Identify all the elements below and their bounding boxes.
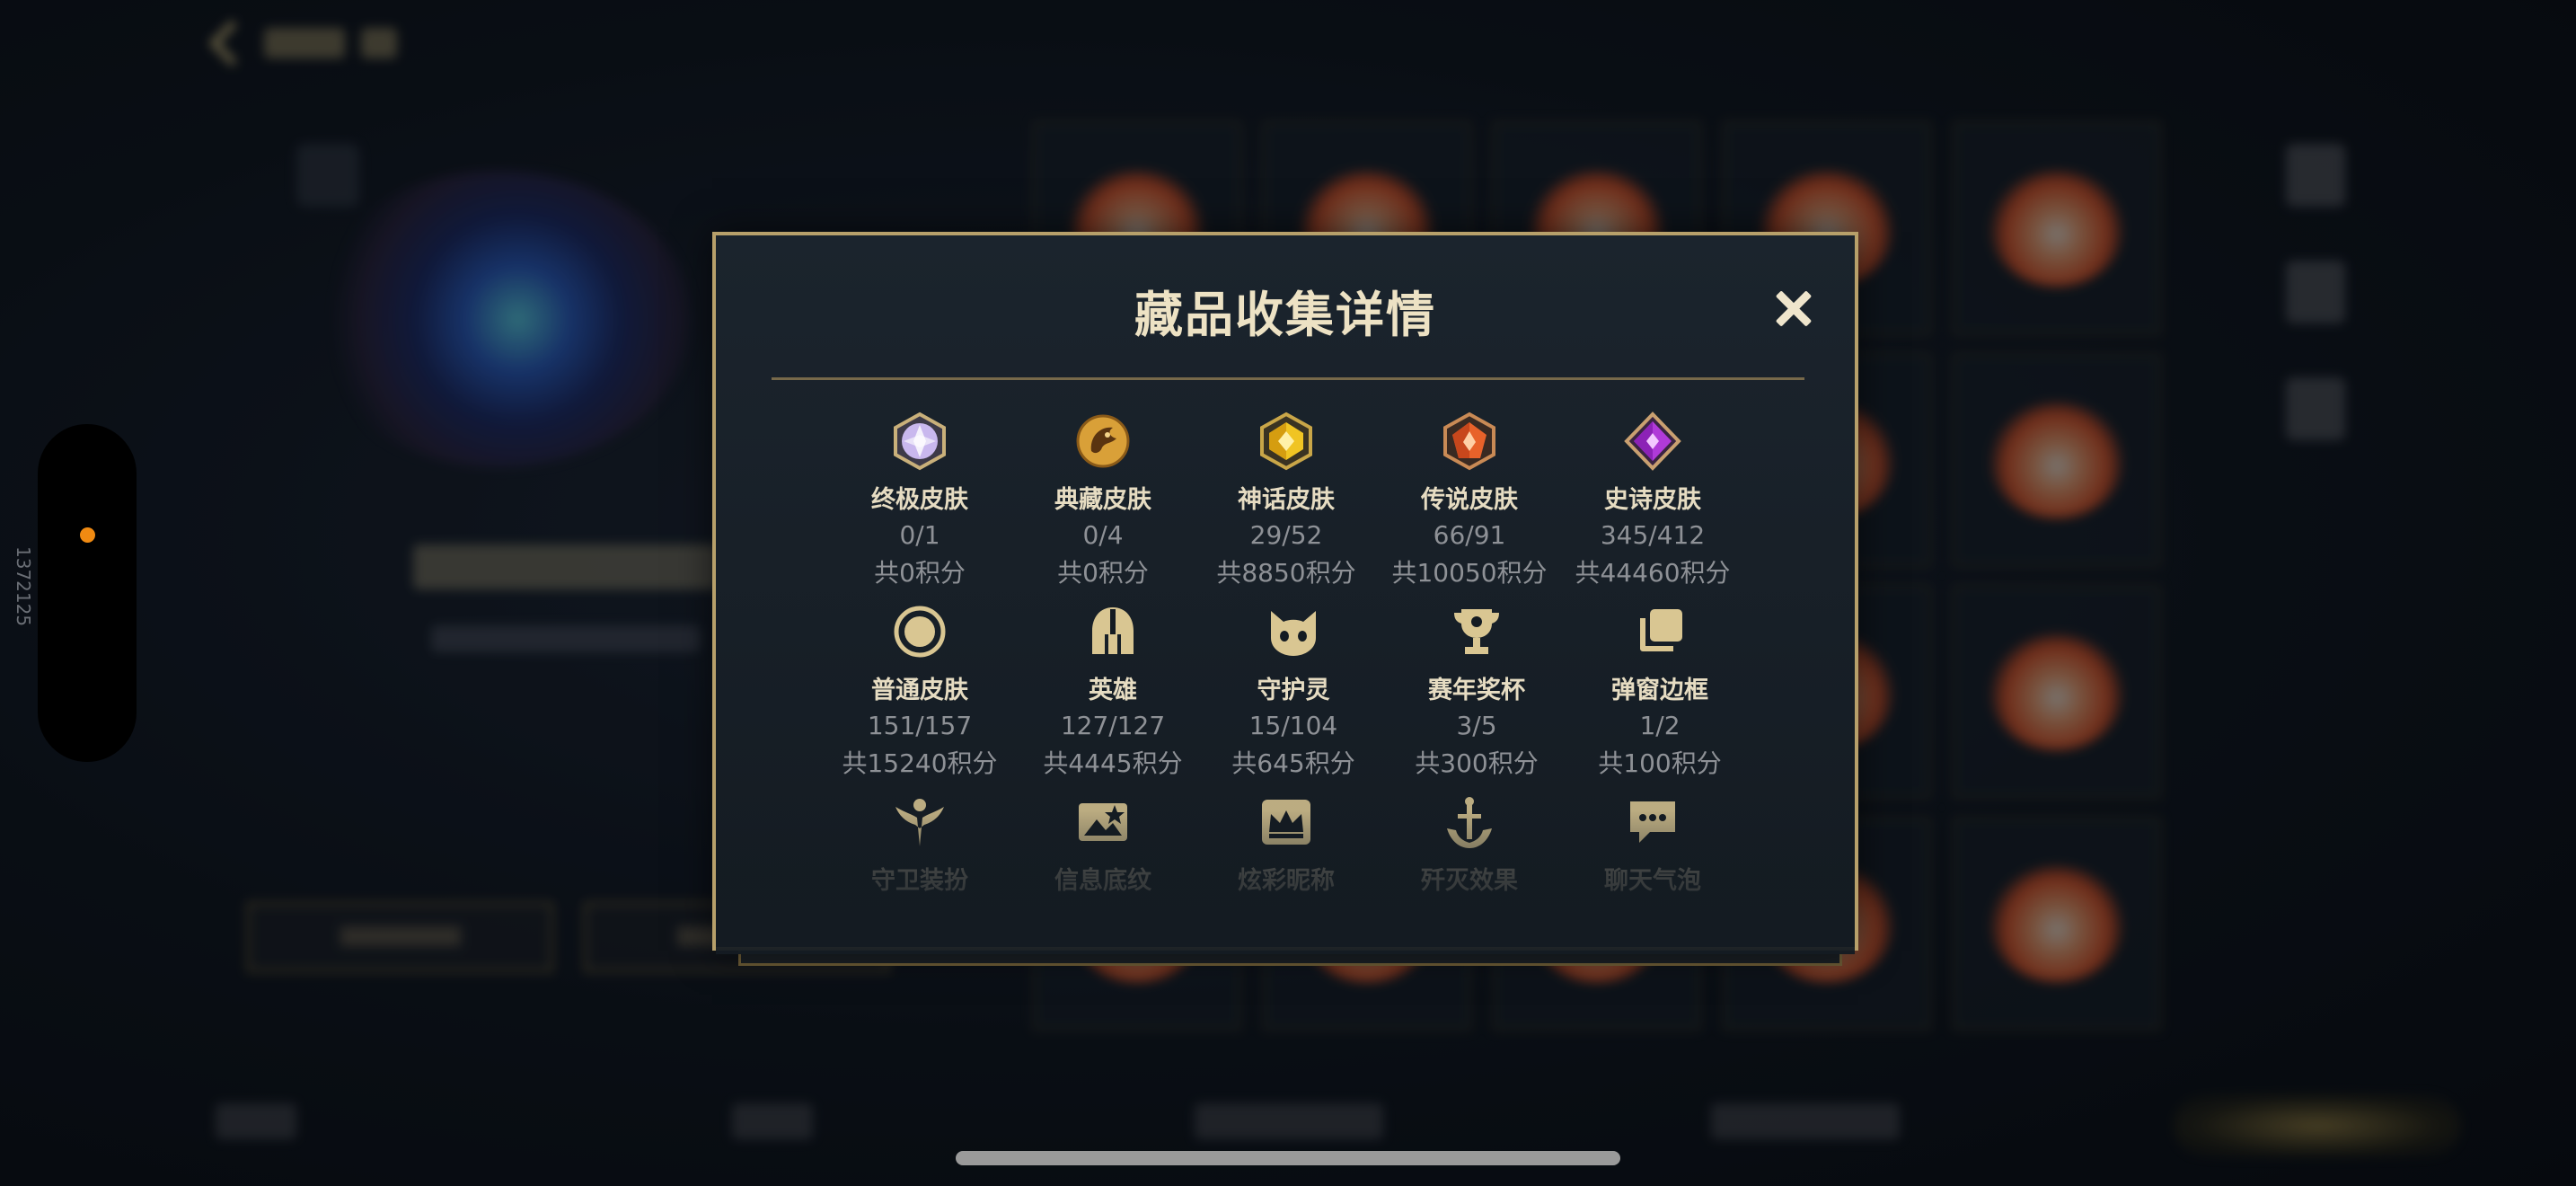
ultimate-skin-gem-icon [890,412,949,471]
category-name: 弹窗边框 [1611,677,1708,704]
category-name: 终极皮肤 [871,486,968,514]
category-name: 神话皮肤 [1238,486,1335,514]
category-chat-bubble[interactable]: 聊天气泡 [1563,792,1742,896]
side-id-label: 1372125 [13,546,34,627]
category-name: 传说皮肤 [1421,486,1518,514]
hero-helmet-icon [1083,602,1142,661]
category-ultimate-skin[interactable]: 终极皮肤 0/1 共0积分 [830,412,1010,589]
category-count: 3/5 [1456,711,1497,740]
category-score: 共100积分 [1598,748,1722,778]
category-info-pattern[interactable]: 信息底纹 [1013,792,1193,896]
category-name: 普通皮肤 [871,677,968,704]
category-score: 共8850积分 [1216,558,1356,588]
category-count: 1/2 [1639,711,1681,740]
category-name: 典藏皮肤 [1054,486,1151,514]
category-legendary-skin[interactable]: 传说皮肤 66/91 共10050积分 [1380,412,1559,589]
category-count: 345/412 [1600,520,1706,550]
category-season-trophy[interactable]: 赛年奖杯 3/5 共300积分 [1387,602,1566,780]
collection-details-dialog: 藏品收集详情 终极皮肤 0/1 共0积分 典藏皮肤 0/4 共0积分 神话皮肤 … [712,232,1858,954]
home-indicator[interactable] [956,1151,1620,1165]
annihilation-effect-icon [1440,792,1499,852]
category-count: 0/4 [1082,520,1124,550]
category-prestige-skin[interactable]: 典藏皮肤 0/4 共0积分 [1013,412,1193,589]
mythic-skin-gem-icon [1257,412,1316,471]
category-annihilation-effect[interactable]: 歼灭效果 [1380,792,1559,896]
category-hero[interactable]: 英雄 127/127 共4445积分 [1023,602,1203,780]
category-count: 127/127 [1060,711,1166,740]
category-score: 共0积分 [1057,558,1149,588]
category-name: 歼灭效果 [1421,867,1518,895]
category-name: 聊天气泡 [1604,867,1701,895]
colorful-nickname-crown-icon [1257,792,1316,852]
category-colorful-nickname[interactable]: 炫彩昵称 [1196,792,1376,896]
category-name: 炫彩昵称 [1238,867,1335,895]
title-divider [772,377,1804,380]
category-guardian-outfit[interactable]: 守卫装扮 [830,792,1010,896]
category-score: 共645积分 [1231,748,1355,778]
category-name: 信息底纹 [1054,867,1151,895]
dialog-base [738,951,1842,966]
category-epic-skin[interactable]: 史诗皮肤 345/412 共44460积分 [1563,412,1742,589]
category-score: 共10050积分 [1391,558,1548,588]
dialog-title: 藏品收集详情 [1134,287,1436,343]
guardian-outfit-icon [890,792,949,852]
category-count: 66/91 [1433,520,1506,550]
info-pattern-icon [1073,792,1133,852]
category-count: 29/52 [1249,520,1323,550]
category-score: 共15240积分 [842,748,998,778]
popup-frame-icon [1630,602,1689,661]
category-score: 共4445积分 [1043,748,1183,778]
category-count: 15/104 [1248,711,1338,740]
category-score: 共0积分 [874,558,966,588]
category-count: 0/1 [899,520,940,550]
category-name: 史诗皮肤 [1604,486,1701,514]
category-name: 英雄 [1089,677,1137,704]
trophy-icon [1447,602,1506,661]
floating-side-handle[interactable] [38,424,137,762]
recording-indicator-dot [80,527,95,543]
chat-bubble-icon [1623,792,1682,852]
category-popup-frame[interactable]: 弹窗边框 1/2 共100积分 [1570,602,1750,780]
category-count: 151/157 [867,711,973,740]
guardian-creature-icon [1264,602,1323,661]
category-name: 守卫装扮 [871,867,968,895]
close-icon[interactable] [1767,282,1821,336]
category-name: 守护灵 [1257,677,1330,704]
category-common-skin[interactable]: 普通皮肤 151/157 共15240积分 [830,602,1010,780]
category-score: 共44460积分 [1575,558,1731,588]
category-guardian[interactable]: 守护灵 15/104 共645积分 [1204,602,1383,780]
common-skin-circle-icon [890,602,949,661]
category-score: 共300积分 [1415,748,1539,778]
prestige-skin-dragon-icon [1073,412,1133,471]
category-name: 赛年奖杯 [1428,677,1525,704]
legendary-skin-gem-icon [1440,412,1499,471]
category-mythic-skin[interactable]: 神话皮肤 29/52 共8850积分 [1196,412,1376,589]
epic-skin-gem-icon [1623,412,1682,471]
